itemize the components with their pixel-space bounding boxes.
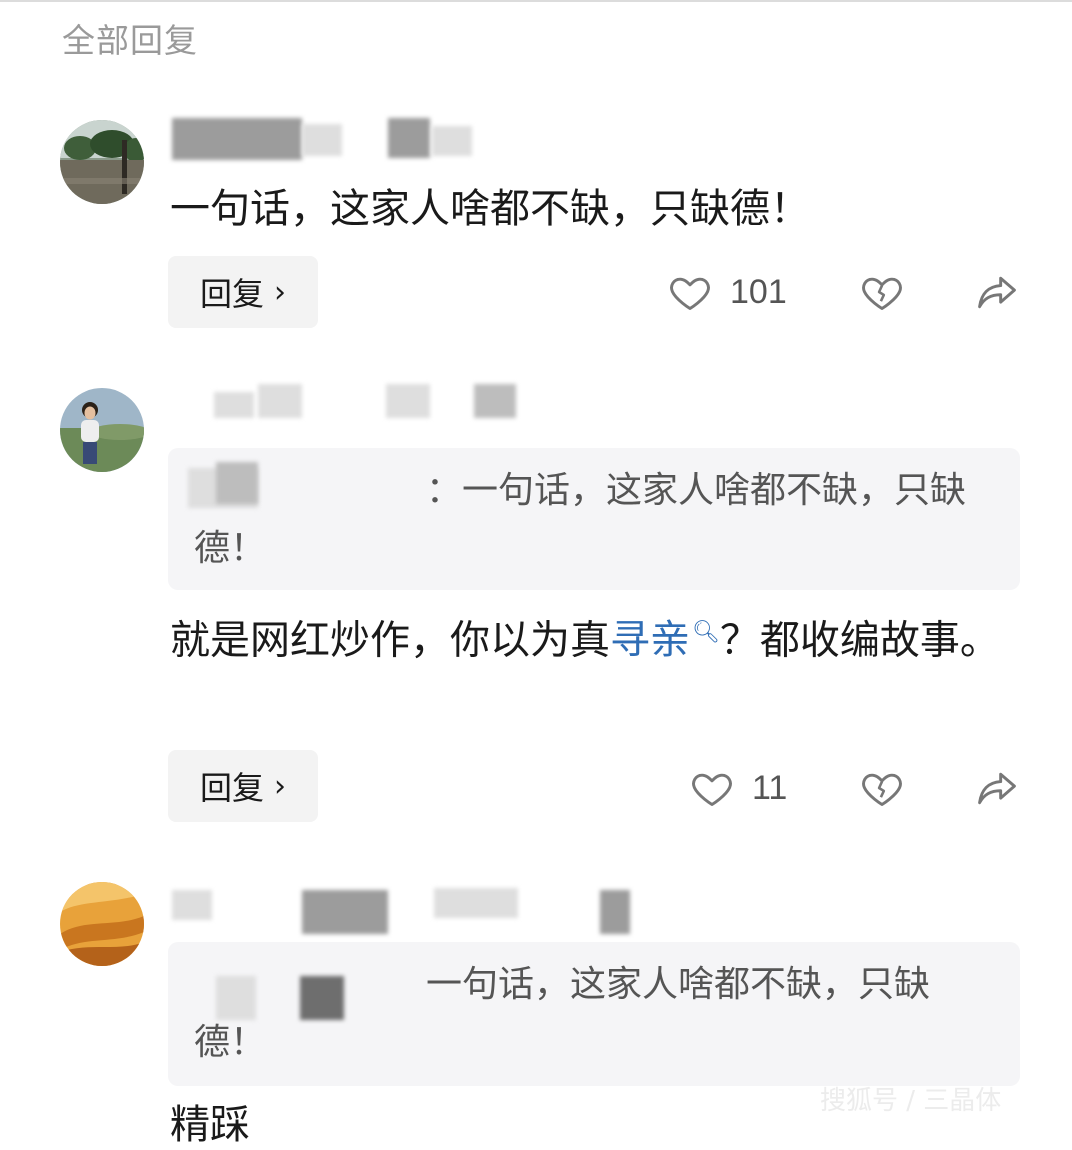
username-redacted xyxy=(302,890,388,934)
hashtag-label: 寻亲 xyxy=(610,617,690,664)
share-arrow-icon xyxy=(978,772,1016,805)
comment-text: 一句话，这家人啥都不缺，只缺德！ xyxy=(170,186,810,232)
quoted-text-content: 一句话，这家人啥都不缺，只缺德！ xyxy=(194,964,931,1063)
username-redacted xyxy=(474,384,516,418)
username-redacted xyxy=(600,890,630,934)
quoted-text: ：一句话，这家人啥都不缺，只缺德！ xyxy=(194,462,994,578)
reply-button-label: 回复 xyxy=(199,769,264,807)
avatar[interactable] xyxy=(60,388,144,472)
like-count: 101 xyxy=(730,272,787,311)
top-divider xyxy=(0,0,1072,2)
username-redacted xyxy=(172,118,302,160)
reply-button[interactable]: 回复 › xyxy=(168,750,318,822)
quoted-reply[interactable]: 一句话，这家人啥都不缺，只缺德！ xyxy=(168,942,1020,1086)
chevron-right-icon: › xyxy=(274,274,286,310)
hashtag-link[interactable]: 寻亲🔍︎ xyxy=(610,617,720,663)
comment-text-after: ？都收编故事。 xyxy=(719,617,1000,664)
like-button[interactable]: 11 xyxy=(690,766,787,810)
like-count: 11 xyxy=(752,768,788,807)
quoted-text: 一句话，这家人啥都不缺，只缺德！ xyxy=(194,956,994,1072)
username-redacted xyxy=(434,888,518,918)
username-redacted xyxy=(388,118,430,158)
chevron-right-icon: › xyxy=(274,768,286,804)
broken-heart-icon xyxy=(862,773,902,806)
username-redacted xyxy=(386,384,430,418)
reply-button-label: 回复 xyxy=(199,275,264,313)
username-redacted xyxy=(432,126,472,156)
quoted-text-content: ：一句话，这家人啥都不缺，只缺德！ xyxy=(194,470,967,569)
search-icon: 🔍︎ xyxy=(692,620,720,645)
share-button[interactable] xyxy=(974,270,1020,314)
username-redacted xyxy=(302,124,342,156)
username-redacted xyxy=(258,384,302,418)
quoted-reply[interactable]: ：一句话，这家人啥都不缺，只缺德！ xyxy=(168,448,1020,590)
heart-outline-icon xyxy=(692,773,732,806)
reply-button[interactable]: 回复 › xyxy=(168,256,318,328)
share-arrow-icon xyxy=(978,276,1016,309)
dislike-button[interactable] xyxy=(860,270,904,314)
comment-text-before: 就是网红炒作，你以为真 xyxy=(170,617,610,664)
heart-outline-icon xyxy=(670,277,710,310)
avatar[interactable] xyxy=(60,882,144,966)
avatar[interactable] xyxy=(60,120,144,204)
broken-heart-icon xyxy=(862,277,902,310)
comment-text: 精踩 xyxy=(170,1102,250,1148)
comment-text: 就是网红炒作，你以为真寻亲🔍︎？都收编故事。 xyxy=(170,598,1000,675)
like-button[interactable]: 101 xyxy=(668,270,787,314)
share-button[interactable] xyxy=(974,766,1020,810)
section-title: 全部回复 xyxy=(62,21,198,60)
username-redacted xyxy=(214,392,254,418)
watermark: 搜狐号 / 三晶体 xyxy=(820,1086,1002,1116)
dislike-button[interactable] xyxy=(860,766,904,810)
username-redacted xyxy=(172,890,212,920)
